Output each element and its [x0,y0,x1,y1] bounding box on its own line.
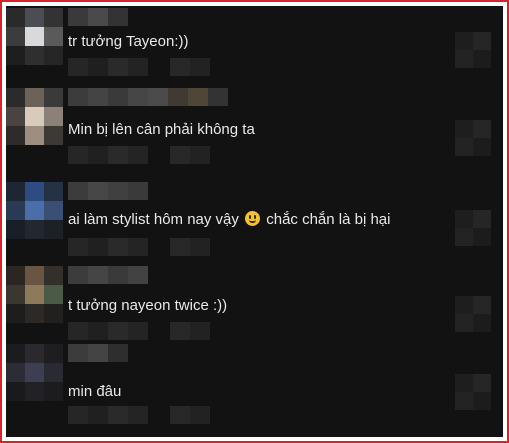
comment-item: tr tưởng Tayeon:)) [6,8,503,88]
comment-text: t tưởng nayeon twice :)) [68,297,228,314]
username-redacted[interactable] [68,182,148,200]
avatar[interactable] [6,88,63,145]
comment-item: Min bị lên cân phải không ta [6,88,503,168]
comment-meta-redacted [68,146,210,164]
like-button-redacted[interactable] [455,210,491,246]
comment-meta-redacted [68,58,210,76]
screenshot-frame: tr tưởng Tayeon:)) Min bị lên cân phải k… [0,0,509,443]
username-redacted[interactable] [68,266,148,284]
username-redacted[interactable] [68,8,128,26]
like-button-redacted[interactable] [455,120,491,156]
like-button-redacted[interactable] [455,374,491,410]
comment-text: ai làm stylist hôm nay vậy chắc chắn là … [68,211,391,228]
comment-meta-redacted [68,406,210,424]
username-redacted[interactable] [68,88,228,106]
comment-item: ai làm stylist hôm nay vậy chắc chắn là … [6,182,503,262]
avatar[interactable] [6,182,63,239]
comment-text: tr tưởng Tayeon:)) [68,33,189,50]
avatar[interactable] [6,8,63,65]
username-redacted[interactable] [68,344,128,362]
avatar[interactable] [6,266,63,323]
comment-item: t tưởng nayeon twice :)) [6,266,503,346]
grinning-face-emoji [245,211,261,226]
comment-item: min đâu [6,344,503,424]
avatar[interactable] [6,344,63,401]
comment-meta-redacted [68,238,210,256]
comment-meta-redacted [68,322,210,340]
like-button-redacted[interactable] [455,296,491,332]
comment-text: min đâu [68,383,122,400]
comment-text: Min bị lên cân phải không ta [68,121,255,138]
like-button-redacted[interactable] [455,32,491,68]
comment-list: tr tưởng Tayeon:)) Min bị lên cân phải k… [6,6,503,437]
